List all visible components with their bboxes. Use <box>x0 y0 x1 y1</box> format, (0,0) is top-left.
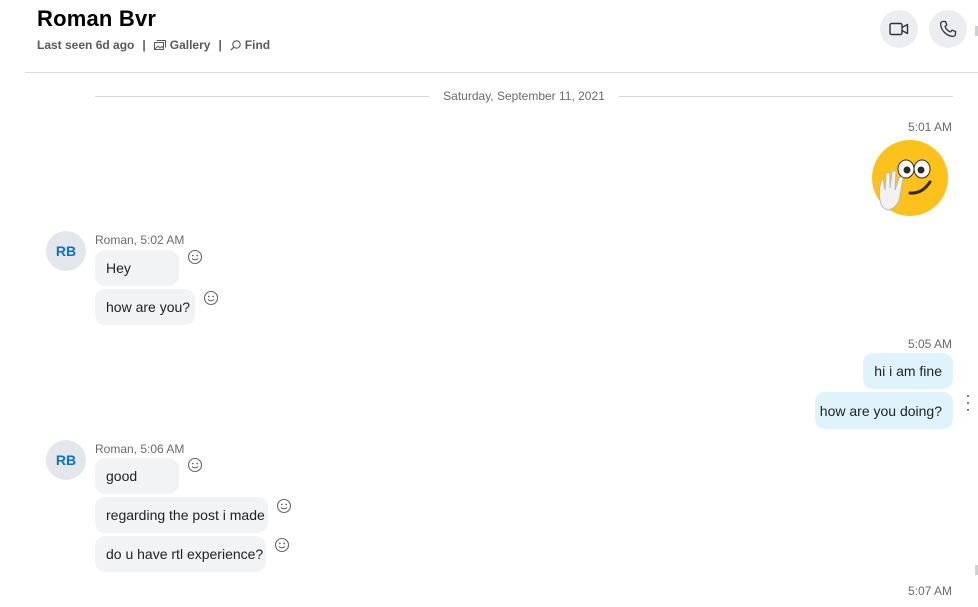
smiley-icon[interactable] <box>276 498 292 514</box>
outgoing-message[interactable]: hi i am fine <box>863 353 953 389</box>
smiley-icon[interactable] <box>274 537 290 553</box>
gallery-link[interactable]: Gallery <box>153 38 211 52</box>
last-seen-status: Last seen 6d ago <box>37 38 135 52</box>
search-icon <box>230 39 241 51</box>
contact-name[interactable]: Roman Bvr <box>37 6 156 32</box>
find-label: Find <box>244 38 271 52</box>
incoming-message[interactable]: how are you? <box>95 289 195 325</box>
gallery-label: Gallery <box>169 38 211 52</box>
meta-separator: | <box>142 38 146 52</box>
video-camera-icon <box>889 22 909 36</box>
incoming-message[interactable]: regarding the post i made <box>95 497 268 533</box>
incoming-message[interactable]: Hey <box>95 250 179 286</box>
avatar[interactable]: RB <box>46 231 86 271</box>
audio-call-button[interactable] <box>929 10 967 48</box>
message-timestamp: 5:05 AM <box>907 337 952 351</box>
date-line-right <box>618 95 954 97</box>
chat-header: Roman Bvr Last seen 6d ago | Gallery | F… <box>0 0 978 72</box>
incoming-message[interactable]: do u have rtl experience? <box>95 536 266 572</box>
date-separator-label: Saturday, September 11, 2021 <box>443 89 605 103</box>
message-timestamp: 5:07 AM <box>907 584 952 598</box>
message-sender-time: Roman, 5:02 AM <box>95 233 185 247</box>
wave-emoji-sticker[interactable] <box>870 138 950 218</box>
date-line-left <box>95 95 430 97</box>
phone-icon <box>939 20 957 38</box>
contact-meta: Last seen 6d ago | Gallery | Find <box>37 38 270 52</box>
more-vertical-icon[interactable] <box>964 395 972 411</box>
outgoing-message[interactable]: how are you doing? <box>815 392 953 429</box>
find-link[interactable]: Find <box>230 38 270 52</box>
incoming-message[interactable]: good <box>95 458 179 494</box>
avatar[interactable]: RB <box>46 440 86 480</box>
date-separator: Saturday, September 11, 2021 <box>95 88 954 104</box>
smiley-icon[interactable] <box>203 290 219 306</box>
smiley-icon[interactable] <box>187 457 203 473</box>
video-call-button[interactable] <box>880 10 918 48</box>
header-divider <box>25 72 978 73</box>
message-timestamp: 5:01 AM <box>907 120 952 134</box>
meta-separator: | <box>218 38 222 52</box>
smiley-icon[interactable] <box>187 249 203 265</box>
gallery-icon <box>153 40 166 50</box>
message-sender-time: Roman, 5:06 AM <box>95 442 185 456</box>
